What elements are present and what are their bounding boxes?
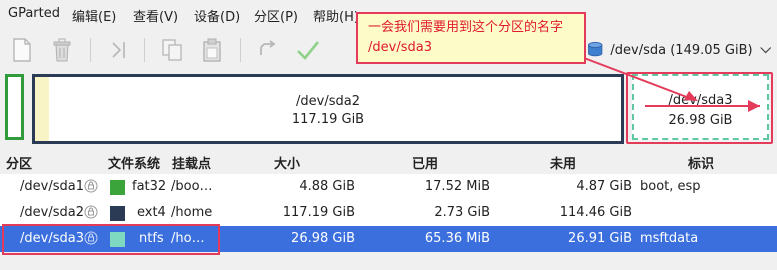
lock-icon — [84, 179, 98, 193]
disk-icon — [588, 42, 603, 57]
column-filesystem[interactable]: 文件系统 — [108, 153, 160, 172]
resize-move-button[interactable] — [102, 34, 134, 66]
paste-button[interactable] — [196, 34, 228, 66]
apply-icon — [297, 41, 320, 60]
partition-graphic: /dev/sda2 117.19 GiB /dev/sda3 26.98 GiB — [0, 72, 777, 150]
device-label: /dev/sda (149.05 GiB) — [610, 42, 753, 58]
menu-edit[interactable]: 编辑(E) — [72, 6, 116, 25]
annotation-callout: 一会我们需要用到这个分区的名字 /dev/sda3 — [356, 12, 586, 64]
cell-used: 17.52 MiB — [424, 179, 490, 194]
filesystem-color-swatch — [110, 180, 125, 195]
cell-unused: 114.46 GiB — [559, 205, 632, 220]
lock-icon — [84, 205, 98, 219]
device-selector[interactable]: /dev/sda (149.05 GiB) — [586, 36, 772, 64]
cell-mountpoint: /home — [171, 205, 213, 220]
cell-size: 26.98 GiB — [291, 231, 355, 246]
cell-used: 2.73 GiB — [434, 205, 490, 220]
copy-icon — [162, 39, 182, 61]
toolbar-separator — [90, 38, 91, 62]
sda2-name: /dev/sda2 — [296, 94, 360, 109]
column-used[interactable]: 已用 — [412, 153, 438, 172]
callout-text: 一会我们需要用到这个分区的名字 — [368, 20, 564, 35]
partition-block-sda1[interactable] — [5, 74, 24, 140]
menu-gparted[interactable]: GParted — [8, 6, 60, 21]
cell-filesystem: fat32 — [132, 179, 167, 194]
cell-partition: /dev/sda1 — [20, 179, 84, 194]
resize-move-icon — [112, 42, 125, 58]
table-row[interactable]: /dev/sda1 fat32 /boo… 4.88 GiB 17.52 MiB… — [0, 174, 777, 200]
filesystem-color-swatch — [110, 206, 125, 221]
sda2-size: 117.19 GiB — [291, 112, 365, 127]
column-mountpoint[interactable]: 挂载点 — [172, 153, 211, 172]
cell-mountpoint: /boo… — [171, 179, 213, 194]
cell-filesystem: ext4 — [137, 205, 166, 220]
column-flags[interactable]: 标识 — [688, 153, 714, 172]
callout-partition-name: /dev/sda3 — [368, 40, 432, 55]
chevron-down-icon — [759, 47, 771, 54]
delete-button[interactable] — [46, 34, 78, 66]
annotation-highlight-box — [2, 224, 220, 255]
toolbar-separator — [240, 38, 241, 62]
apply-button[interactable] — [292, 34, 324, 66]
menu-help[interactable]: 帮助(H) — [313, 6, 359, 25]
column-partition[interactable]: 分区 — [6, 153, 32, 172]
cell-partition: /dev/sda2 — [20, 205, 84, 220]
annotation-highlight-box — [626, 72, 773, 144]
cell-flags: boot, esp — [640, 179, 701, 194]
gparted-window: GParted 编辑(E) 查看(V) 设备(D) 分区(P) 帮助(H) /d… — [0, 0, 777, 270]
cell-unused: 4.87 GiB — [576, 179, 632, 194]
cell-flags: msftdata — [640, 231, 699, 246]
menu-device[interactable]: 设备(D) — [194, 6, 240, 25]
undo-icon — [260, 40, 276, 55]
column-size[interactable]: 大小 — [274, 153, 300, 172]
new-icon — [13, 38, 31, 62]
delete-icon — [53, 38, 71, 62]
new-button[interactable] — [6, 34, 38, 66]
cell-used: 65.36 MiB — [424, 231, 490, 246]
menu-partition[interactable]: 分区(P) — [254, 6, 298, 25]
cell-size: 117.19 GiB — [282, 205, 355, 220]
table-row[interactable]: /dev/sda2 ext4 /home 117.19 GiB 2.73 GiB… — [0, 200, 777, 226]
menu-view[interactable]: 查看(V) — [133, 6, 178, 25]
paste-icon — [203, 38, 221, 62]
partition-block-sda2[interactable]: /dev/sda2 117.19 GiB — [32, 74, 624, 144]
cell-unused: 26.91 GiB — [568, 231, 632, 246]
column-unused[interactable]: 未用 — [550, 153, 576, 172]
partition-table-header: 分区 文件系统 挂载点 大小 已用 未用 标识 — [0, 150, 777, 174]
cell-size: 4.88 GiB — [299, 179, 355, 194]
toolbar-separator — [144, 38, 145, 62]
undo-button[interactable] — [252, 34, 284, 66]
copy-button[interactable] — [156, 34, 188, 66]
